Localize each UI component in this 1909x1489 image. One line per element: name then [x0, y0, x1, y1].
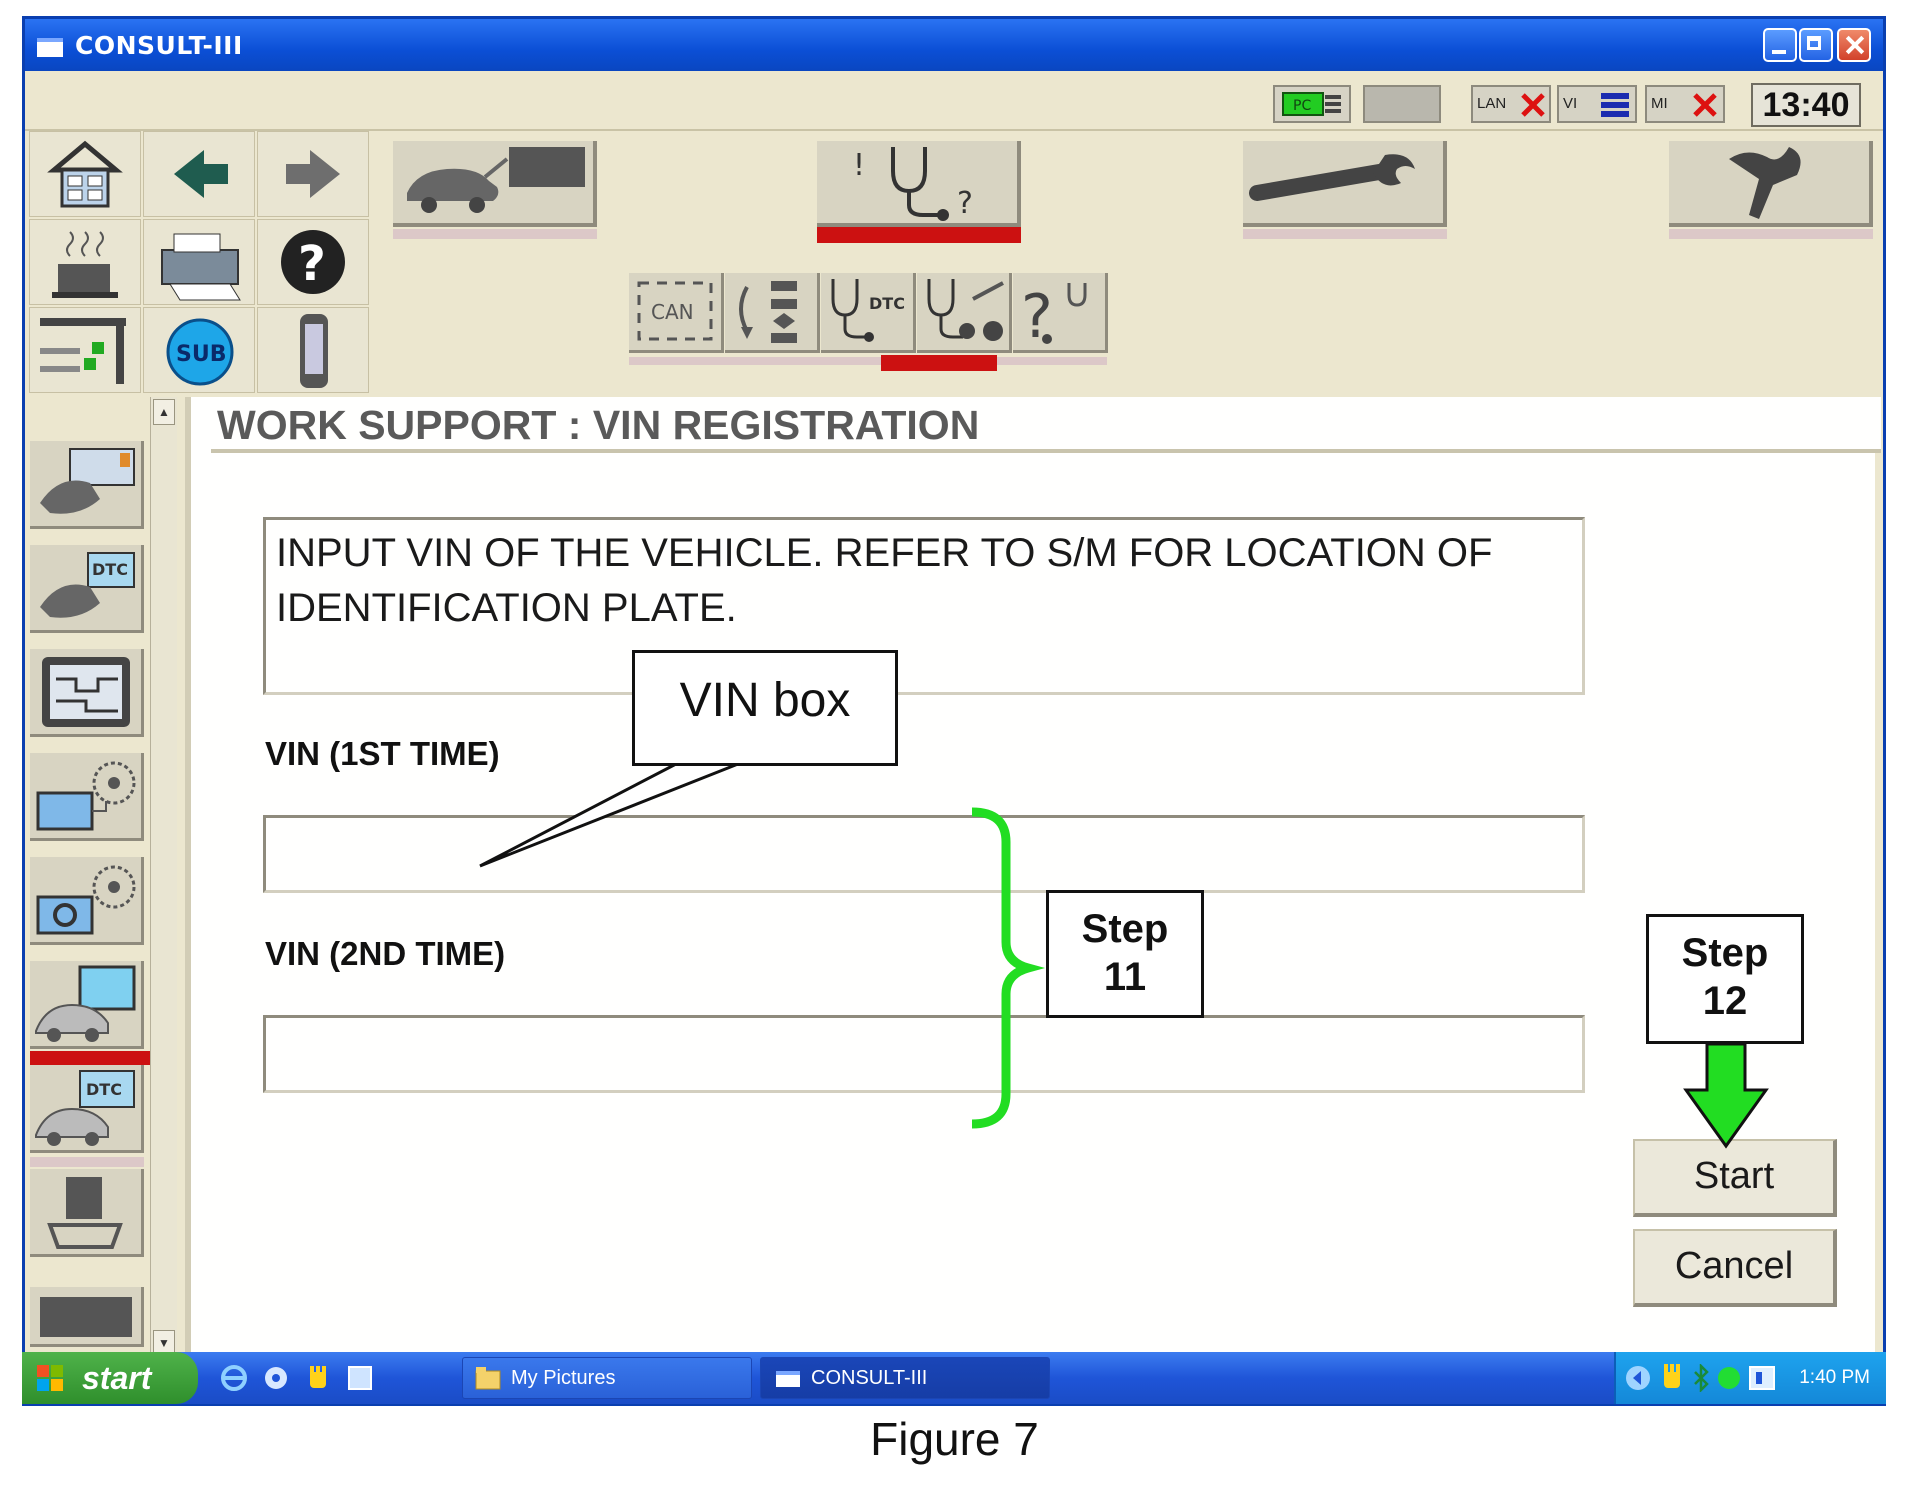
step11-brace — [971, 807, 1046, 1129]
app-window-small-icon — [776, 1371, 800, 1387]
taskbar-item-consult[interactable]: CONSULT-III — [760, 1357, 1050, 1399]
tray-clock: 1:40 PM — [1799, 1367, 1870, 1388]
taskbar: start My Pictures CONSULT-III 1:40 PM — [22, 1352, 1886, 1404]
figure-caption: Figure 7 — [870, 1413, 1039, 1465]
bluetooth-icon[interactable] — [1692, 1364, 1710, 1392]
step12-line1: Step — [1681, 931, 1769, 975]
internet-explorer-icon[interactable] — [220, 1364, 248, 1392]
step11-line1: Step — [1081, 907, 1169, 951]
hand-tool-icon[interactable] — [304, 1364, 332, 1392]
annotation-overlay — [479, 762, 1769, 1149]
media-player-icon[interactable] — [262, 1364, 290, 1392]
windows-logo-icon — [37, 1365, 63, 1391]
step11-line2: 11 — [1103, 955, 1147, 999]
step12-line2: 12 — [1702, 979, 1748, 1023]
step11-callout: Step 11 — [1046, 890, 1204, 1018]
status-green-icon[interactable] — [1716, 1365, 1742, 1391]
step12-callout: Step 12 — [1646, 914, 1804, 1044]
start-button-taskbar[interactable]: start — [22, 1352, 198, 1404]
start-label: start — [82, 1360, 152, 1396]
taskbar-item-label: My Pictures — [511, 1367, 616, 1389]
tray-expand-icon[interactable] — [1624, 1364, 1652, 1392]
tray-hand-icon[interactable] — [1658, 1362, 1686, 1392]
folder-icon — [475, 1367, 501, 1390]
vin-box-callout-pointer — [479, 762, 739, 868]
taskbar-item-label: CONSULT-III — [811, 1367, 928, 1389]
desktop-icon[interactable] — [346, 1364, 374, 1392]
vin-box-callout: VIN box — [632, 650, 898, 766]
network-monitor-icon[interactable] — [1748, 1364, 1776, 1392]
system-tray: 1:40 PM — [1614, 1352, 1886, 1404]
taskbar-item-my-pictures[interactable]: My Pictures — [462, 1357, 752, 1399]
step12-arrow — [1683, 1042, 1769, 1149]
